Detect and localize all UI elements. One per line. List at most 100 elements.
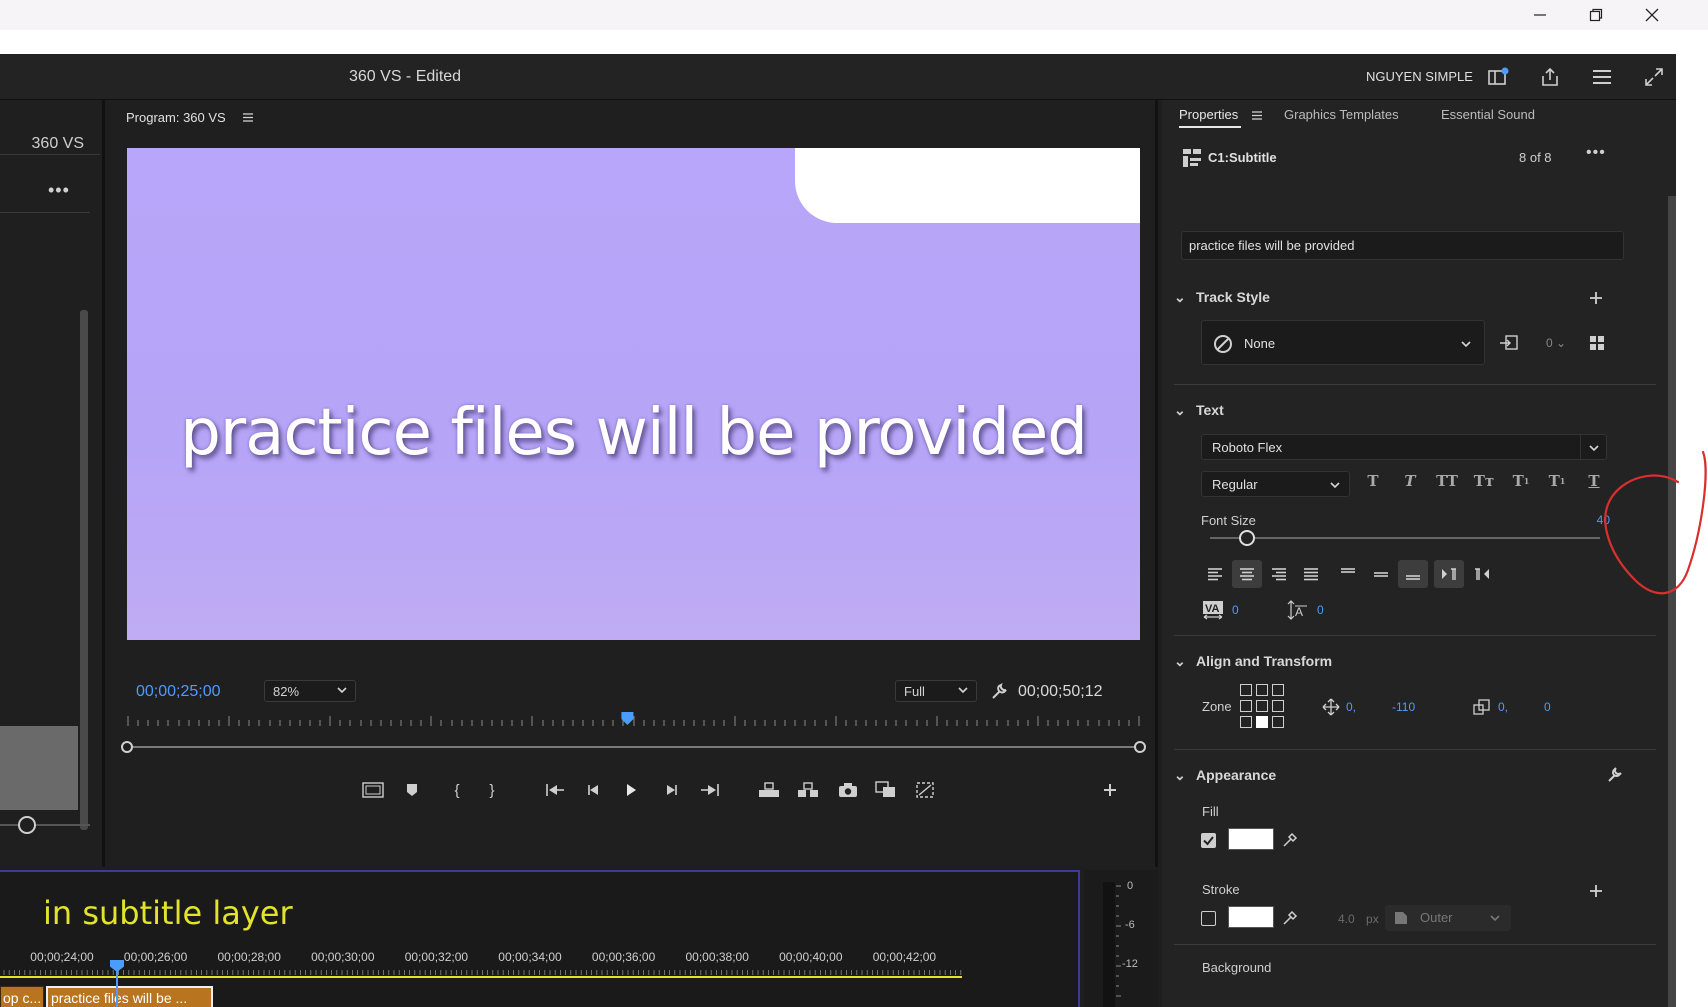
zone-cell-selected[interactable] <box>1256 716 1268 728</box>
fill-eyedropper-button[interactable] <box>1280 830 1300 850</box>
close-button[interactable] <box>1624 0 1680 30</box>
font-size-track[interactable] <box>1210 537 1600 539</box>
tab-graphics-templates[interactable]: Graphics Templates <box>1284 107 1399 122</box>
align-right-button[interactable] <box>1264 560 1294 588</box>
add-track-style-button[interactable] <box>1586 288 1606 308</box>
vr-video-button[interactable] <box>911 778 939 802</box>
section-appearance[interactable]: ⌄ Appearance <box>1174 767 1276 784</box>
video-frame[interactable]: practice files will be provided <box>127 148 1140 640</box>
align-left-button[interactable] <box>1200 560 1230 588</box>
appearance-settings-button[interactable] <box>1605 765 1625 785</box>
caption-overlay[interactable]: practice files will be provided <box>127 398 1140 468</box>
out-point-handle[interactable] <box>1134 741 1146 753</box>
zone-cell[interactable] <box>1240 700 1252 712</box>
user-name[interactable]: NGUYEN SIMPLE <box>1366 69 1473 84</box>
small-caps-button[interactable]: Tт <box>1470 469 1498 493</box>
leading-value[interactable]: 0 <box>1317 603 1324 617</box>
timeline-ruler[interactable]: 00;00;24;00 00;00;26;00 00;00;28;00 00;00;3… <box>0 950 1080 988</box>
step-forward-button[interactable] <box>657 778 685 802</box>
restore-button[interactable] <box>1568 0 1624 30</box>
caption-text-field[interactable]: practice files will be provided <box>1181 231 1624 260</box>
zone-cell[interactable] <box>1272 716 1284 728</box>
resolution-dropdown[interactable]: Full <box>895 680 977 702</box>
align-center-button[interactable] <box>1232 560 1262 588</box>
zoom-dropdown[interactable]: 82% <box>264 680 356 702</box>
minimize-button[interactable] <box>1512 0 1568 30</box>
stroke-checkbox[interactable] <box>1201 911 1216 926</box>
add-stroke-button[interactable] <box>1586 881 1606 901</box>
time-ruler[interactable] <box>127 712 1140 732</box>
extract-button[interactable] <box>794 778 822 802</box>
go-to-out-button[interactable] <box>696 778 724 802</box>
mark-in-button[interactable]: { <box>443 778 471 802</box>
all-caps-button[interactable]: TT <box>1433 469 1461 493</box>
section-align-transform[interactable]: ⌄ Align and Transform <box>1174 653 1332 670</box>
push-style-button[interactable] <box>1498 332 1520 354</box>
font-style-dropdown[interactable]: Regular <box>1201 471 1350 497</box>
current-timecode[interactable]: 00;00;25;00 <box>136 683 221 701</box>
panel-menu-icon[interactable] <box>242 111 254 126</box>
ltr-direction-button[interactable] <box>1434 560 1464 588</box>
font-family-dropdown[interactable]: Roboto Flex <box>1201 434 1607 460</box>
rtl-direction-button[interactable] <box>1467 560 1497 588</box>
go-to-in-button[interactable] <box>541 778 569 802</box>
section-track-style[interactable]: ⌄ Track Style <box>1174 289 1270 306</box>
share-button[interactable] <box>1536 63 1564 91</box>
step-back-button[interactable] <box>580 778 608 802</box>
faux-italic-button[interactable]: T <box>1396 469 1424 493</box>
align-top-button[interactable] <box>1333 560 1363 588</box>
style-browser-button[interactable] <box>1586 332 1608 354</box>
tab-properties[interactable]: Properties <box>1179 107 1238 122</box>
menu-button[interactable] <box>1588 63 1616 91</box>
more-options-icon[interactable]: ••• <box>1586 144 1606 162</box>
zone-cell[interactable] <box>1240 716 1252 728</box>
position-y[interactable]: -110 <box>1392 700 1415 714</box>
zone-cell[interactable] <box>1272 684 1284 696</box>
stroke-width[interactable]: 4.0 px <box>1338 912 1379 926</box>
in-point-handle[interactable] <box>121 741 133 753</box>
fill-color-swatch[interactable] <box>1228 828 1274 850</box>
scale-x[interactable]: 0, <box>1498 700 1508 714</box>
clip-previous[interactable]: op c... <box>0 986 44 1007</box>
zone-cell[interactable] <box>1240 684 1252 696</box>
program-tab[interactable]: Program: 360 VS <box>126 110 226 125</box>
zoom-slider-thumb[interactable] <box>18 816 36 834</box>
position-x[interactable]: 0, <box>1346 700 1356 714</box>
kerning-value[interactable]: 0 <box>1232 603 1239 617</box>
button-editor-button[interactable] <box>1096 778 1124 802</box>
mark-out-button[interactable]: } <box>478 778 506 802</box>
font-size-slider-thumb[interactable] <box>1238 530 1255 546</box>
play-button[interactable] <box>617 778 645 802</box>
zone-cell[interactable] <box>1256 700 1268 712</box>
align-middle-button[interactable] <box>1366 560 1396 588</box>
lift-button[interactable] <box>755 778 783 802</box>
more-options-icon[interactable]: ••• <box>48 180 70 201</box>
stroke-type-dropdown[interactable]: Outer <box>1385 905 1511 931</box>
justify-button[interactable] <box>1296 560 1326 588</box>
scrub-bar[interactable] <box>127 746 1140 748</box>
comparison-view-button[interactable] <box>872 778 900 802</box>
add-marker-button[interactable] <box>398 778 426 802</box>
style-count[interactable]: 0 ⌄ <box>1546 336 1566 350</box>
zone-cell[interactable] <box>1256 684 1268 696</box>
zone-grid[interactable] <box>1240 684 1290 734</box>
zone-cell[interactable] <box>1272 700 1284 712</box>
section-text[interactable]: ⌄ Text <box>1174 402 1224 419</box>
track-style-dropdown[interactable]: None <box>1201 320 1485 365</box>
fill-checkbox[interactable] <box>1201 833 1216 848</box>
thumbnail[interactable] <box>0 726 78 810</box>
faux-bold-button[interactable]: T <box>1359 469 1387 493</box>
left-scrollbar[interactable] <box>80 310 88 830</box>
export-frame-button[interactable] <box>834 778 862 802</box>
stroke-eyedropper-button[interactable] <box>1280 908 1300 928</box>
stroke-color-swatch[interactable] <box>1228 906 1274 928</box>
safe-margins-button[interactable] <box>359 778 387 802</box>
zoom-track[interactable] <box>0 824 90 826</box>
workspace-button[interactable] <box>1484 63 1512 91</box>
tab-essential-sound[interactable]: Essential Sound <box>1441 107 1535 122</box>
panel-menu-icon[interactable] <box>1251 109 1263 124</box>
fullscreen-button[interactable] <box>1640 63 1668 91</box>
align-bottom-button[interactable] <box>1398 560 1428 588</box>
scale-y[interactable]: 0 <box>1544 700 1551 714</box>
clip-current[interactable]: practice files will be ... <box>46 986 213 1007</box>
